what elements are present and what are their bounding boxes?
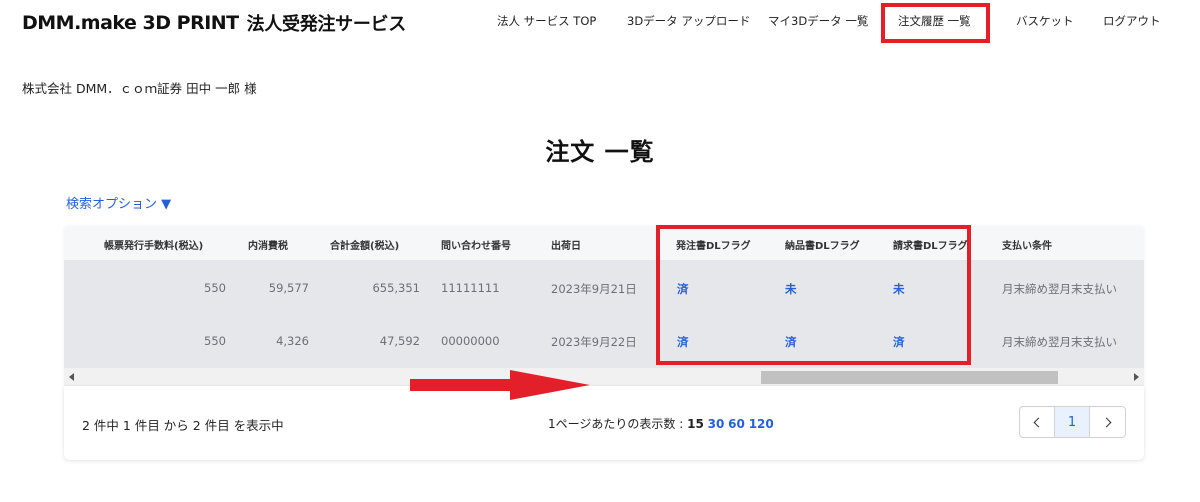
cell-fee: 550 bbox=[204, 334, 226, 348]
scrollbar-thumb[interactable] bbox=[761, 371, 1058, 384]
cell-tax: 4,326 bbox=[276, 334, 309, 348]
col-header-total: 合計金額(税込) bbox=[330, 241, 400, 252]
results-summary: 2 件中 1 件目 から 2 件目 を表示中 bbox=[82, 418, 284, 433]
brand-logo-text: DMM.make 3D PRINT bbox=[22, 12, 239, 34]
chevron-left-icon bbox=[1033, 417, 1044, 427]
page-number-button[interactable]: 1 bbox=[1055, 407, 1090, 437]
col-header-payment: 支払い条件 bbox=[1002, 241, 1052, 252]
per-page-label: 1ページあたりの表示数 : bbox=[548, 417, 684, 431]
next-page-button[interactable] bbox=[1090, 407, 1125, 437]
cell-ship-date: 2023年9月22日 bbox=[551, 335, 637, 349]
nav-logout[interactable]: ログアウト bbox=[1103, 13, 1161, 29]
cell-tax: 59,577 bbox=[268, 281, 309, 295]
horizontal-scrollbar[interactable] bbox=[64, 368, 1144, 386]
table-row[interactable]: 550 4,326 47,592 00000000 2023年9月22日 済 済… bbox=[64, 314, 1144, 367]
cell-total: 655,351 bbox=[372, 281, 420, 295]
per-page-current: 15 bbox=[687, 417, 704, 431]
nav-corporate-top[interactable]: 法人 サービス TOP bbox=[497, 13, 596, 29]
annotation-box-nav bbox=[881, 3, 990, 43]
company-user-name: 株式会社 DMM．ｃｏｍ証券 田中 一郎 様 bbox=[22, 81, 257, 96]
search-options-toggle[interactable]: 検索オプション ▼ bbox=[66, 193, 171, 212]
site-logo[interactable]: DMM.make 3D PRINT 法人受発注サービス bbox=[22, 10, 406, 36]
table-row[interactable]: 550 59,577 655,351 11111111 2023年9月21日 済… bbox=[64, 261, 1144, 314]
col-header-tax: 内消費税 bbox=[248, 241, 288, 252]
col-header-fee: 帳票発行手数料(税込) bbox=[104, 241, 204, 252]
cell-inquiry: 00000000 bbox=[441, 334, 500, 348]
page-navigation: 1 bbox=[1019, 406, 1126, 438]
service-name: 法人受発注サービス bbox=[246, 14, 407, 35]
nav-3d-upload[interactable]: 3Dデータ アップロード bbox=[627, 13, 750, 29]
scroll-right-icon[interactable] bbox=[1134, 373, 1139, 381]
col-header-ship-date: 出荷日 bbox=[551, 241, 581, 252]
per-page-option-120[interactable]: 120 bbox=[749, 417, 774, 431]
red-arrow-right-icon bbox=[410, 370, 590, 400]
per-page-selector: 1ページあたりの表示数 : 15 30 60 120 bbox=[548, 415, 774, 432]
annotation-box-flags bbox=[656, 225, 971, 365]
cell-fee: 550 bbox=[204, 281, 226, 295]
nav-basket[interactable]: バスケット bbox=[1016, 13, 1074, 29]
nav-my-3d-data[interactable]: マイ3Dデータ 一覧 bbox=[768, 13, 868, 29]
cell-ship-date: 2023年9月21日 bbox=[551, 282, 637, 296]
table-body: 550 59,577 655,351 11111111 2023年9月21日 済… bbox=[64, 261, 1144, 368]
scroll-left-icon[interactable] bbox=[69, 373, 74, 381]
cell-inquiry: 11111111 bbox=[441, 281, 500, 295]
chevron-right-icon bbox=[1101, 417, 1111, 427]
per-page-option-30[interactable]: 30 bbox=[708, 417, 725, 431]
cell-payment: 月末締め翌月末支払い bbox=[1002, 282, 1117, 296]
header: DMM.make 3D PRINT 法人受発注サービス 法人 サービス TOP … bbox=[0, 0, 1200, 46]
table-header: 帳票発行手数料(税込) 内消費税 合計金額(税込) 問い合わせ番号 出荷日 発注… bbox=[64, 226, 1144, 261]
page-title: 注文 一覧 bbox=[545, 138, 655, 166]
prev-page-button[interactable] bbox=[1020, 407, 1055, 437]
cell-payment: 月末締め翌月末支払い bbox=[1002, 335, 1117, 349]
cell-total: 47,592 bbox=[379, 334, 420, 348]
col-header-inquiry: 問い合わせ番号 bbox=[441, 241, 511, 252]
orders-table: 帳票発行手数料(税込) 内消費税 合計金額(税込) 問い合わせ番号 出荷日 発注… bbox=[64, 226, 1144, 386]
per-page-option-60[interactable]: 60 bbox=[728, 417, 745, 431]
pagination-bar: 2 件中 1 件目 から 2 件目 を表示中 1ページあたりの表示数 : 15 … bbox=[64, 386, 1144, 460]
